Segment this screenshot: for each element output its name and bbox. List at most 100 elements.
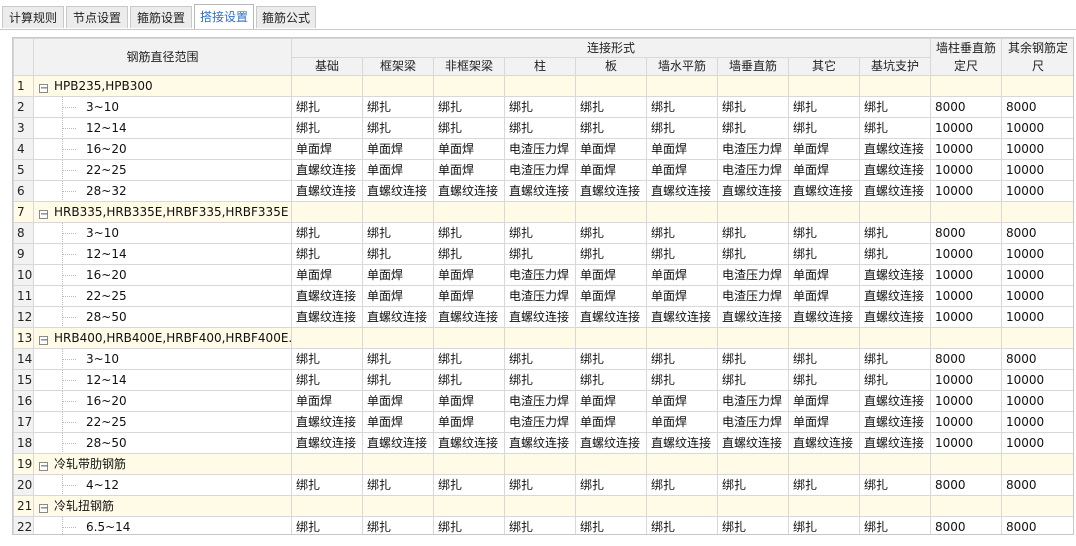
connection-type-cell[interactable]: 绑扎 — [575, 516, 647, 534]
connection-type-cell[interactable]: 单面焊 — [433, 138, 505, 160]
connection-type-cell[interactable]: 电渣压力焊 — [504, 390, 576, 412]
stock-length-cell[interactable]: 8000 — [1001, 222, 1073, 244]
connection-type-cell[interactable]: 绑扎 — [575, 348, 647, 370]
connection-type-cell[interactable]: 绑扎 — [646, 243, 718, 265]
connection-type-cell[interactable]: 单面焊 — [646, 411, 718, 433]
table-row[interactable]: 6 28~32 直螺纹连接 直螺纹连接 直螺纹连接 直螺纹连接 直螺纹连接 直螺纹连接 直螺纹连… — [13, 180, 1073, 202]
stock-length-cell[interactable]: 8000 — [1001, 348, 1073, 370]
connection-type-cell[interactable]: 单面焊 — [433, 390, 505, 412]
connection-type-cell[interactable]: 直螺纹连接 — [504, 180, 576, 202]
diameter-range-cell[interactable]: 22~25 — [33, 411, 292, 433]
connection-type-cell[interactable]: 绑扎 — [717, 474, 789, 496]
table-row[interactable]: 11 22~25 直螺纹连接 单面焊 单面焊 电渣压力焊 单面焊 单面焊 电渣压力焊 单面焊 直螺纹… — [13, 285, 1073, 307]
connection-type-cell[interactable]: 电渣压力焊 — [717, 264, 789, 286]
stock-length-cell[interactable]: 10000 — [1001, 138, 1073, 160]
connection-type-cell[interactable]: 直螺纹连接 — [859, 432, 931, 454]
connection-type-cell[interactable]: 直螺纹连接 — [362, 432, 434, 454]
connection-type-cell[interactable]: 绑扎 — [788, 474, 860, 496]
connection-type-cell[interactable]: 绑扎 — [362, 369, 434, 391]
table-row[interactable]: 3 12~14 绑扎 绑扎 绑扎 绑扎 绑扎 绑扎 绑扎 绑扎 绑扎 10000 10000 — [13, 117, 1073, 139]
stock-length-cell[interactable]: 10000 — [930, 369, 1002, 391]
connection-type-cell[interactable]: 电渣压力焊 — [504, 264, 576, 286]
connection-type-cell[interactable]: 电渣压力焊 — [717, 390, 789, 412]
connection-type-cell[interactable]: 绑扎 — [504, 516, 576, 534]
diameter-range-cell[interactable]: 12~14 — [33, 243, 292, 265]
stock-length-cell[interactable]: 10000 — [1001, 306, 1073, 328]
table-row[interactable]: 10 16~20 单面焊 单面焊 单面焊 电渣压力焊 单面焊 单面焊 电渣压力焊 单面焊 直螺纹连接… — [13, 264, 1073, 286]
collapse-minus-icon[interactable]: − — [39, 504, 48, 514]
connection-type-cell[interactable]: 单面焊 — [646, 390, 718, 412]
connection-type-cell[interactable]: 直螺纹连接 — [362, 180, 434, 202]
connection-type-cell[interactable]: 电渣压力焊 — [717, 159, 789, 181]
stock-length-cell[interactable]: 10000 — [1001, 243, 1073, 265]
stock-length-cell[interactable]: 8000 — [1001, 516, 1073, 534]
connection-type-cell[interactable]: 绑扎 — [433, 117, 505, 139]
connection-type-cell[interactable]: 绑扎 — [362, 243, 434, 265]
connection-type-cell[interactable]: 直螺纹连接 — [859, 390, 931, 412]
connection-type-cell[interactable]: 单面焊 — [575, 285, 647, 307]
connection-type-cell[interactable]: 直螺纹连接 — [717, 180, 789, 202]
connection-type-cell[interactable]: 直螺纹连接 — [362, 306, 434, 328]
diameter-range-cell[interactable]: 16~20 — [33, 138, 292, 160]
diameter-range-cell[interactable]: 22~25 — [33, 159, 292, 181]
connection-type-cell[interactable]: 绑扎 — [717, 96, 789, 118]
connection-type-cell[interactable]: 电渣压力焊 — [717, 138, 789, 160]
connection-type-cell[interactable]: 电渣压力焊 — [504, 159, 576, 181]
diameter-range-cell[interactable]: 16~20 — [33, 264, 292, 286]
table-row[interactable]: 17 22~25 直螺纹连接 单面焊 单面焊 电渣压力焊 单面焊 单面焊 电渣压力焊 单面焊 直螺纹… — [13, 411, 1073, 433]
connection-type-cell[interactable]: 绑扎 — [717, 348, 789, 370]
connection-type-cell[interactable]: 绑扎 — [362, 222, 434, 244]
connection-type-cell[interactable]: 绑扎 — [859, 96, 931, 118]
collapse-minus-icon[interactable]: − — [39, 84, 48, 94]
connection-type-cell[interactable]: 绑扎 — [788, 516, 860, 534]
diameter-range-cell[interactable]: 22~25 — [33, 285, 292, 307]
connection-type-cell[interactable]: 单面焊 — [433, 411, 505, 433]
connection-type-cell[interactable]: 直螺纹连接 — [859, 411, 931, 433]
stock-length-cell[interactable]: 8000 — [1001, 474, 1073, 496]
connection-type-cell[interactable]: 单面焊 — [362, 264, 434, 286]
connection-type-cell[interactable]: 单面焊 — [575, 411, 647, 433]
connection-type-cell[interactable]: 绑扎 — [504, 369, 576, 391]
connection-type-cell[interactable]: 电渣压力焊 — [717, 411, 789, 433]
connection-type-cell[interactable]: 绑扎 — [433, 96, 505, 118]
collapse-minus-icon[interactable]: − — [39, 462, 48, 472]
connection-type-cell[interactable]: 单面焊 — [362, 138, 434, 160]
connection-type-cell[interactable]: 电渣压力焊 — [504, 411, 576, 433]
connection-type-cell[interactable]: 直螺纹连接 — [291, 432, 363, 454]
connection-type-cell[interactable]: 绑扎 — [291, 516, 363, 534]
connection-type-cell[interactable]: 单面焊 — [362, 285, 434, 307]
stock-length-cell[interactable]: 8000 — [930, 348, 1002, 370]
connection-type-cell[interactable]: 绑扎 — [504, 96, 576, 118]
diameter-range-cell[interactable]: 12~14 — [33, 369, 292, 391]
connection-type-cell[interactable]: 绑扎 — [575, 222, 647, 244]
stock-length-cell[interactable]: 10000 — [1001, 117, 1073, 139]
connection-type-cell[interactable]: 绑扎 — [788, 348, 860, 370]
tab-node-settings[interactable]: 节点设置 — [66, 6, 128, 28]
connection-type-cell[interactable]: 直螺纹连接 — [859, 285, 931, 307]
connection-type-cell[interactable]: 绑扎 — [717, 243, 789, 265]
connection-type-cell[interactable]: 单面焊 — [646, 138, 718, 160]
table-row[interactable]: 9 12~14 绑扎 绑扎 绑扎 绑扎 绑扎 绑扎 绑扎 绑扎 绑扎 10000 10000 — [13, 243, 1073, 265]
stock-length-cell[interactable]: 10000 — [930, 306, 1002, 328]
connection-type-cell[interactable]: 单面焊 — [433, 159, 505, 181]
stock-length-cell[interactable]: 10000 — [1001, 390, 1073, 412]
connection-type-cell[interactable]: 绑扎 — [433, 369, 505, 391]
tab-calc-rules[interactable]: 计算规则 — [2, 6, 64, 28]
connection-type-cell[interactable]: 单面焊 — [433, 285, 505, 307]
connection-type-cell[interactable]: 单面焊 — [788, 411, 860, 433]
connection-type-cell[interactable]: 单面焊 — [575, 390, 647, 412]
stock-length-cell[interactable]: 10000 — [1001, 159, 1073, 181]
connection-type-cell[interactable]: 绑扎 — [575, 117, 647, 139]
collapse-minus-icon[interactable]: − — [39, 336, 48, 346]
table-row[interactable]: 18 28~50 直螺纹连接 直螺纹连接 直螺纹连接 直螺纹连接 直螺纹连接 直螺纹连接 直螺纹… — [13, 432, 1073, 454]
diameter-range-cell[interactable]: 28~50 — [33, 432, 292, 454]
connection-type-cell[interactable]: 绑扎 — [646, 516, 718, 534]
connection-type-cell[interactable]: 直螺纹连接 — [859, 264, 931, 286]
connection-type-cell[interactable]: 绑扎 — [362, 474, 434, 496]
connection-type-cell[interactable]: 单面焊 — [362, 159, 434, 181]
connection-type-cell[interactable]: 绑扎 — [717, 117, 789, 139]
connection-type-cell[interactable]: 直螺纹连接 — [646, 306, 718, 328]
tab-stirrup-settings[interactable]: 箍筋设置 — [130, 6, 192, 28]
connection-type-cell[interactable]: 单面焊 — [433, 264, 505, 286]
connection-type-cell[interactable]: 绑扎 — [504, 348, 576, 370]
